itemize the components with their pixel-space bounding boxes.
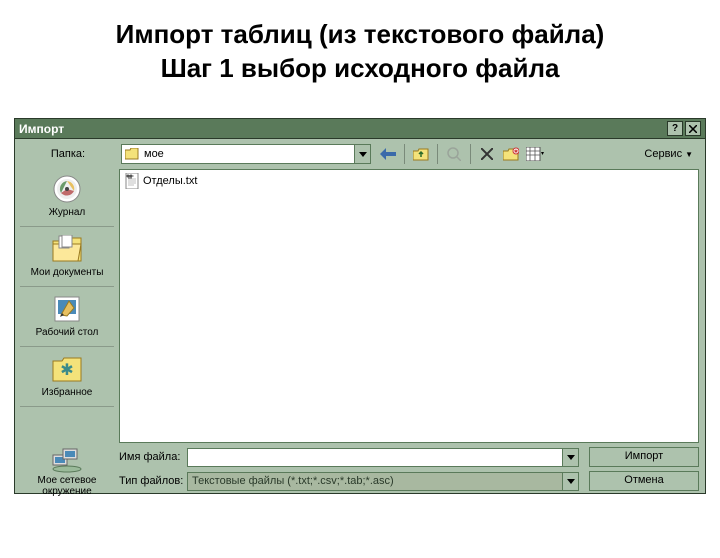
places-sidebar: Журнал Мои документы Рабочий стол ✱ Избр… (15, 169, 119, 443)
folder-toolbar: Папка: мое (15, 139, 705, 169)
filename-combo[interactable] (187, 448, 579, 467)
toolbar-icons: ✱ (377, 143, 546, 165)
back-arrow-icon (380, 148, 396, 160)
help-button[interactable]: ? (667, 121, 683, 136)
up-one-level-button[interactable] (410, 143, 432, 165)
dialog-body: Журнал Мои документы Рабочий стол ✱ Избр… (15, 169, 705, 443)
network-icon (51, 445, 83, 475)
folder-combo[interactable]: мое (121, 144, 371, 164)
sidebar-item-history[interactable]: Журнал (20, 171, 114, 227)
svg-text:✱: ✱ (514, 149, 518, 155)
delete-button[interactable] (476, 143, 498, 165)
import-button-label: Импорт (625, 450, 663, 462)
sidebar-item-label: Мое сетевое окружение (15, 475, 119, 497)
desktop-icon (51, 293, 83, 325)
filetype-value: Текстовые файлы (*.txt;*.csv;*.tab;*.asc… (188, 473, 562, 490)
history-icon (51, 173, 83, 205)
chevron-down-icon: ▼ (685, 150, 693, 159)
slide-title-line-2: Шаг 1 выбор исходного файла (0, 52, 720, 86)
cancel-button[interactable]: Отмена (589, 471, 699, 491)
sidebar-item-desktop[interactable]: Рабочий стол (20, 291, 114, 347)
cancel-button-label: Отмена (624, 474, 663, 486)
views-icon (526, 147, 544, 161)
sidebar-item-label: Мои документы (20, 267, 114, 278)
dialog-bottom: Мое сетевое окружение Имя файла: Импорт … (15, 443, 705, 499)
close-icon (689, 125, 697, 133)
sidebar-item-favorites[interactable]: ✱ Избранное (20, 351, 114, 407)
chevron-down-icon (562, 473, 578, 490)
dialog-titlebar: Импорт ? (15, 119, 705, 139)
search-web-icon (447, 147, 461, 161)
sidebar-item-label: Рабочий стол (20, 327, 114, 338)
sidebar-item-label: Избранное (20, 387, 114, 398)
sidebar-item-label: Журнал (20, 207, 114, 218)
chevron-down-icon (562, 449, 578, 466)
search-web-button[interactable] (443, 143, 465, 165)
service-menu[interactable]: Сервис ▼ (638, 146, 699, 162)
views-button[interactable] (524, 143, 546, 165)
file-item[interactable]: Отделы.txt (122, 172, 696, 190)
file-name: Отделы.txt (143, 175, 197, 187)
folder-icon (124, 146, 140, 162)
filetype-combo[interactable]: Текстовые файлы (*.txt;*.csv;*.tab;*.asc… (187, 472, 579, 491)
filename-value (188, 449, 562, 466)
service-label: Сервис (644, 148, 682, 160)
sidebar-item-my-documents[interactable]: Мои документы (20, 231, 114, 287)
svg-text:✱: ✱ (60, 362, 73, 379)
my-documents-icon (51, 233, 83, 265)
new-folder-icon: ✱ (503, 147, 519, 161)
delete-icon (481, 148, 493, 160)
import-button[interactable]: Импорт (589, 447, 699, 467)
favorites-icon: ✱ (51, 353, 83, 385)
folder-dropdown-icon (354, 145, 370, 163)
folder-value: мое (142, 148, 354, 160)
slide-title-line-1: Импорт таблиц (из текстового файла) (0, 18, 720, 52)
file-list[interactable]: Отделы.txt (119, 169, 699, 443)
filename-label: Имя файла: (119, 451, 187, 463)
sidebar-item-network[interactable]: Мое сетевое окружение (15, 445, 119, 497)
close-button[interactable] (685, 121, 701, 136)
dialog-title: Импорт (19, 122, 64, 136)
text-file-icon (124, 173, 140, 189)
new-folder-button[interactable]: ✱ (500, 143, 522, 165)
folder-label: Папка: (21, 148, 115, 160)
folder-up-icon (413, 147, 429, 161)
back-button[interactable] (377, 143, 399, 165)
filetype-label: Тип файлов: (119, 475, 187, 487)
import-dialog: Импорт ? Папка: мое (14, 118, 706, 494)
slide-title: Импорт таблиц (из текстового файла) Шаг … (0, 18, 720, 86)
